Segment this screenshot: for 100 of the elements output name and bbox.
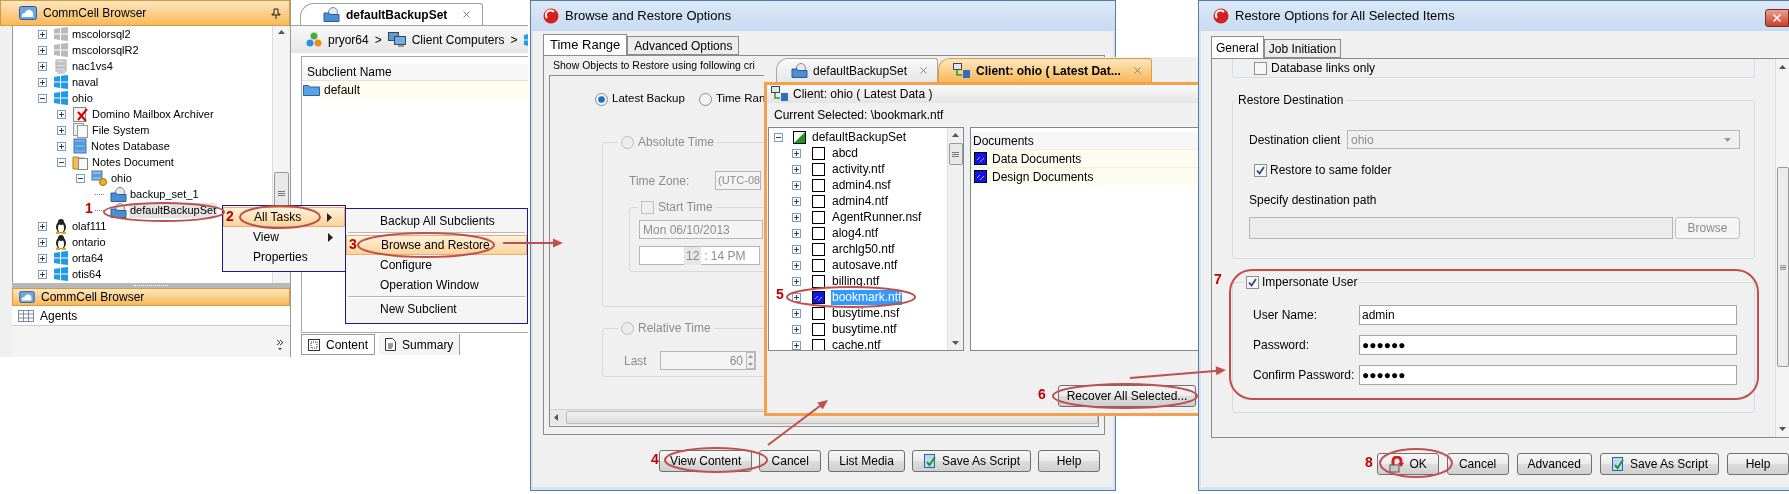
expand-toggle[interactable] [38, 61, 47, 71]
partial-check-icon[interactable] [793, 130, 806, 144]
list-row[interactable]: Data Documents [971, 149, 1200, 167]
tree-item[interactable]: admin4.ntf [831, 193, 890, 209]
checkbox-label[interactable]: Database links only [1271, 59, 1376, 77]
close-button[interactable] [1765, 9, 1789, 27]
expand-toggle[interactable] [38, 221, 47, 231]
column-header[interactable]: Subclient Name [302, 64, 528, 81]
panel-title[interactable]: CommCell Browser [41, 288, 145, 306]
tree-item[interactable]: billing.ntf [831, 273, 881, 289]
column-header[interactable]: Documents [971, 132, 1200, 149]
dialog-button[interactable]: Help [1727, 453, 1789, 475]
expand-toggle[interactable] [38, 253, 47, 263]
expand-toggle[interactable] [792, 276, 801, 286]
checkbox[interactable] [1254, 61, 1267, 75]
tree-item[interactable]: busytime.nsf [831, 305, 901, 321]
tab[interactable]: Time Range [543, 34, 628, 55]
splitter-handle[interactable] [12, 283, 290, 288]
tree-item[interactable]: ohio [71, 90, 94, 106]
expand-toggle[interactable] [774, 132, 783, 142]
tree-item[interactable]: orta64 [71, 250, 105, 266]
nav-item[interactable]: Agents [12, 306, 290, 326]
checkbox[interactable] [1254, 163, 1267, 177]
menu-item[interactable]: New Subclient [346, 299, 527, 319]
expand-toggle[interactable] [57, 109, 66, 119]
tree-item[interactable]: otis64 [71, 266, 103, 282]
dialog-button[interactable]: List Media [828, 450, 905, 472]
dialog-button[interactable]: View Content [659, 450, 753, 472]
tree-item[interactable]: alog4.ntf [831, 225, 880, 241]
close-icon[interactable] [461, 9, 473, 20]
dialog-button[interactable]: Save As Script [911, 450, 1031, 472]
tab[interactable]: Advanced Options [627, 36, 740, 55]
scroll-up-icon[interactable] [1779, 65, 1786, 69]
checkbox[interactable] [812, 338, 825, 350]
breadcrumb-link[interactable]: Client Computers [411, 30, 505, 49]
checkbox[interactable] [812, 162, 825, 176]
input-field[interactable]: ●●●●●● [1359, 365, 1737, 385]
tree-item[interactable]: cache.ntf [831, 337, 882, 350]
checkbox[interactable] [812, 178, 825, 192]
scroll-up-icon[interactable] [277, 30, 285, 34]
expand-toggle[interactable] [792, 164, 801, 174]
checkbox[interactable] [812, 194, 825, 208]
tree-item[interactable]: archlg50.ntf [831, 241, 896, 257]
tree-item[interactable]: ohio [110, 170, 133, 186]
menu-item[interactable]: Backup All Subclients [346, 211, 527, 231]
close-icon[interactable] [1131, 65, 1143, 76]
checkbox-label[interactable]: Impersonate User [1262, 273, 1358, 291]
table-row[interactable]: default [302, 81, 528, 98]
radio-button[interactable] [698, 92, 712, 106]
checkbox[interactable] [812, 226, 825, 240]
expand-toggle[interactable] [38, 77, 47, 87]
tree-item[interactable]: mscolorsqlR2 [71, 42, 140, 58]
tree-item[interactable]: File System [91, 122, 151, 138]
checkbox[interactable] [812, 306, 825, 320]
scroll-down-icon[interactable] [1779, 427, 1786, 431]
document-tab[interactable]: defaultBackupSet [776, 58, 939, 82]
expand-toggle[interactable] [792, 260, 801, 270]
tree-item[interactable]: autosave.ntf [831, 257, 899, 273]
checkbox[interactable] [812, 322, 825, 336]
menu-item[interactable]: View [223, 227, 345, 247]
close-icon[interactable] [918, 65, 930, 76]
dialog-button[interactable]: Help [1038, 450, 1100, 472]
tree-item[interactable]: Notes Document [91, 154, 175, 170]
expand-toggle[interactable] [76, 173, 85, 183]
checkbox[interactable] [812, 210, 825, 224]
expand-toggle[interactable] [792, 196, 801, 206]
tree-item[interactable]: backup_set_1 [129, 186, 200, 202]
menu-item[interactable]: Configure [346, 255, 527, 275]
dialog-button[interactable]: Cancel [759, 450, 822, 472]
menu-item[interactable]: Operation Window [346, 275, 527, 295]
expand-toggle[interactable] [38, 29, 47, 39]
expand-toggle[interactable] [38, 93, 47, 103]
tree-item[interactable]: busytime.ntf [831, 321, 898, 337]
expand-toggle[interactable] [38, 269, 47, 279]
tree-item[interactable]: admin4.nsf [831, 177, 892, 193]
view-tab[interactable]: Summary [379, 334, 461, 355]
tree-item[interactable]: naval [71, 74, 100, 90]
overflow-chevron-icon[interactable] [276, 339, 284, 351]
expand-toggle[interactable] [792, 228, 801, 238]
pin-icon[interactable] [271, 7, 281, 19]
dialog-button[interactable]: Advanced [1516, 453, 1592, 475]
tree-item[interactable]: nac1vs4 [71, 58, 114, 74]
breadcrumb-link[interactable]: pryor64 [328, 30, 369, 49]
scroll-down-icon[interactable] [952, 341, 959, 345]
dialog-button[interactable]: Save As Script [1599, 453, 1719, 475]
expand-toggle[interactable] [792, 244, 801, 254]
expand-toggle[interactable] [57, 141, 66, 151]
radio-button[interactable] [595, 92, 608, 106]
tree-item[interactable]: abcd [831, 145, 860, 161]
expand-toggle[interactable] [57, 157, 66, 167]
checkbox[interactable] [1246, 275, 1259, 289]
checkbox[interactable] [812, 274, 825, 288]
checkbox[interactable] [812, 146, 825, 160]
tab[interactable]: General [1211, 36, 1264, 58]
tree-item[interactable]: AgentRunner.nsf [831, 209, 923, 225]
tree-item[interactable]: olaf111 [71, 218, 108, 234]
checkbox[interactable] [812, 242, 825, 256]
scroll-up-icon[interactable] [952, 133, 959, 137]
dialog-button[interactable]: OK [1376, 453, 1439, 475]
tab[interactable]: Job Initiation [1263, 39, 1342, 58]
